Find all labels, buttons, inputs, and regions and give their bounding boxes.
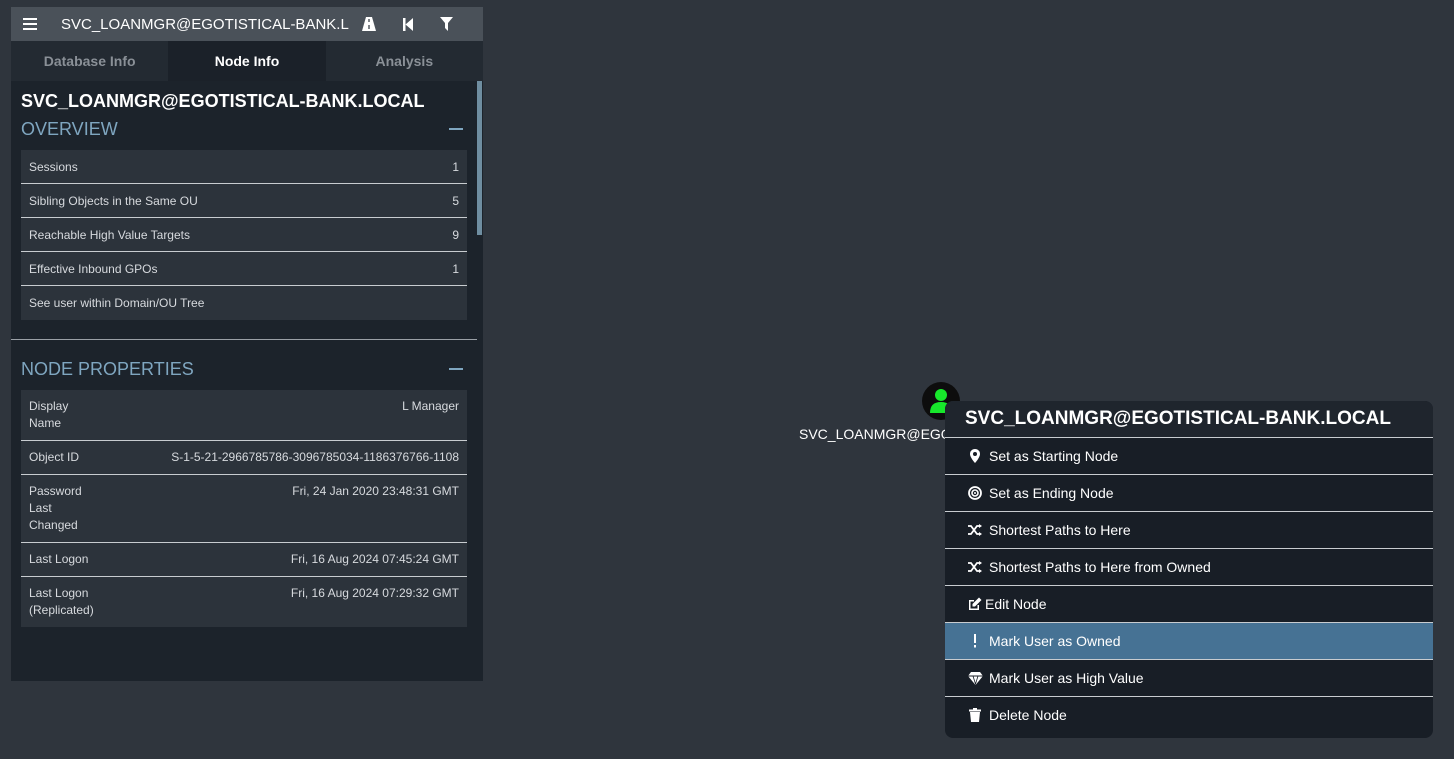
overview-value: 1 <box>452 261 459 276</box>
menu-item-shortest-paths-to-here[interactable]: Shortest Paths to Here <box>945 511 1433 548</box>
shuffle-icon <box>967 559 983 575</box>
menu-item-label: Edit Node <box>985 596 1047 612</box>
menu-item-shortest-paths-from-owned[interactable]: Shortest Paths to Here from Owned <box>945 548 1433 585</box>
overview-label: Sibling Objects in the Same OU <box>29 193 198 208</box>
overview-label: Reachable High Value Targets <box>29 227 190 242</box>
overview-label: Effective Inbound GPOs <box>29 261 158 276</box>
property-value: Fri, 24 Jan 2020 23:48:31 GMT <box>292 484 459 498</box>
bullseye-icon <box>967 485 983 501</box>
graph-node-label: SVC_LOANMGR@EGOTISTICAL-BANK.LOCAL <box>799 426 947 442</box>
overview-row-inbound-gpos[interactable]: Effective Inbound GPOs 1 <box>21 252 467 286</box>
back-button[interactable] <box>388 7 427 41</box>
menu-item-label: Set as Starting Node <box>989 448 1119 464</box>
property-value: S-1-5-21-2966785786-3096785034-118637676… <box>171 450 459 464</box>
property-value: L Manager <box>402 399 459 413</box>
menu-item-delete-node[interactable]: Delete Node <box>945 696 1433 733</box>
menu-button[interactable] <box>11 7 49 41</box>
edit-icon <box>967 596 983 612</box>
menu-item-edit-node[interactable]: Edit Node <box>945 585 1433 622</box>
property-row-object-id: Object ID S-1-5-21-2966785786-3096785034… <box>21 441 467 475</box>
step-backward-icon <box>402 17 413 31</box>
overview-row-sessions[interactable]: Sessions 1 <box>21 150 467 184</box>
context-menu-title: SVC_LOANMGR@EGOTISTICAL-BANK.LOCAL <box>945 401 1433 437</box>
node-properties-table: Display Name L Manager Object ID S-1-5-2… <box>21 390 467 627</box>
property-row-last-logon-replicated: Last Logon (Replicated) Fri, 16 Aug 2024… <box>21 577 467 627</box>
overview-value: 1 <box>452 159 459 174</box>
pathfinding-button[interactable] <box>349 7 388 41</box>
menu-item-label: Delete Node <box>989 707 1067 723</box>
node-context-menu: SVC_LOANMGR@EGOTISTICAL-BANK.LOCAL Set a… <box>945 401 1433 738</box>
gem-icon <box>967 670 983 686</box>
search-bar <box>11 7 483 41</box>
filter-button[interactable] <box>427 7 466 41</box>
exclamation-icon <box>967 633 983 649</box>
tab-database-info[interactable]: Database Info <box>11 41 168 81</box>
property-key: Object ID <box>29 450 80 464</box>
menu-item-label: Set as Ending Node <box>989 485 1114 501</box>
property-key: Last Logon (Replicated) <box>29 586 94 617</box>
property-row-last-logon: Last Logon Fri, 16 Aug 2024 07:45:24 GMT <box>21 543 467 577</box>
property-key: Display Name <box>29 399 69 430</box>
menu-item-set-ending-node[interactable]: Set as Ending Node <box>945 474 1433 511</box>
overview-row-sibling-objects[interactable]: Sibling Objects in the Same OU 5 <box>21 184 467 218</box>
property-key: Password Last Changed <box>29 484 82 532</box>
menu-item-label: Shortest Paths to Here <box>989 522 1131 538</box>
node-properties-header[interactable]: NODE PROPERTIES <box>21 357 467 381</box>
menu-item-set-starting-node[interactable]: Set as Starting Node <box>945 437 1433 474</box>
filter-icon <box>440 17 453 31</box>
overview-value: 5 <box>452 193 459 208</box>
search-input[interactable] <box>49 7 349 41</box>
menu-item-label: Mark User as Owned <box>989 633 1121 649</box>
overview-heading: OVERVIEW <box>21 118 118 139</box>
road-icon <box>361 17 376 31</box>
overview-label: See user within Domain/OU Tree <box>29 296 205 310</box>
overview-header[interactable]: OVERVIEW <box>21 117 467 141</box>
panel-scrollbar[interactable] <box>477 81 482 235</box>
collapse-icon[interactable] <box>449 368 463 370</box>
tab-analysis[interactable]: Analysis <box>326 41 483 81</box>
shuffle-icon <box>967 522 983 538</box>
panel-tabs: Database Info Node Info Analysis <box>11 41 483 81</box>
menu-item-mark-high-value[interactable]: Mark User as High Value <box>945 659 1433 696</box>
overview-label: Sessions <box>29 159 78 174</box>
map-marker-icon <box>967 448 983 464</box>
property-value: Fri, 16 Aug 2024 07:45:24 GMT <box>290 552 459 566</box>
menu-item-label: Mark User as High Value <box>989 670 1144 686</box>
node-info-panel: SVC_LOANMGR@EGOTISTICAL-BANK.LOCAL OVERV… <box>11 81 483 681</box>
section-divider <box>11 339 477 340</box>
node-properties-heading: NODE PROPERTIES <box>21 358 194 379</box>
node-title: SVC_LOANMGR@EGOTISTICAL-BANK.LOCAL <box>21 91 425 111</box>
property-value: Fri, 16 Aug 2024 07:29:32 GMT <box>290 586 459 600</box>
menu-item-mark-user-owned[interactable]: Mark User as Owned <box>945 622 1433 659</box>
overview-row-ou-tree[interactable]: See user within Domain/OU Tree <box>21 286 467 320</box>
property-row-password-last-changed: Password Last Changed Fri, 24 Jan 2020 2… <box>21 475 467 543</box>
tab-node-info[interactable]: Node Info <box>168 41 326 81</box>
overview-row-high-value-targets[interactable]: Reachable High Value Targets 9 <box>21 218 467 252</box>
menu-item-label: Shortest Paths to Here from Owned <box>989 559 1211 575</box>
overview-table: Sessions 1 Sibling Objects in the Same O… <box>21 150 467 320</box>
property-key: Last Logon <box>29 552 89 566</box>
hamburger-icon <box>23 18 37 30</box>
collapse-icon[interactable] <box>449 128 463 130</box>
overview-value: 9 <box>452 227 459 242</box>
trash-icon <box>967 707 983 723</box>
property-row-display-name: Display Name L Manager <box>21 390 467 441</box>
